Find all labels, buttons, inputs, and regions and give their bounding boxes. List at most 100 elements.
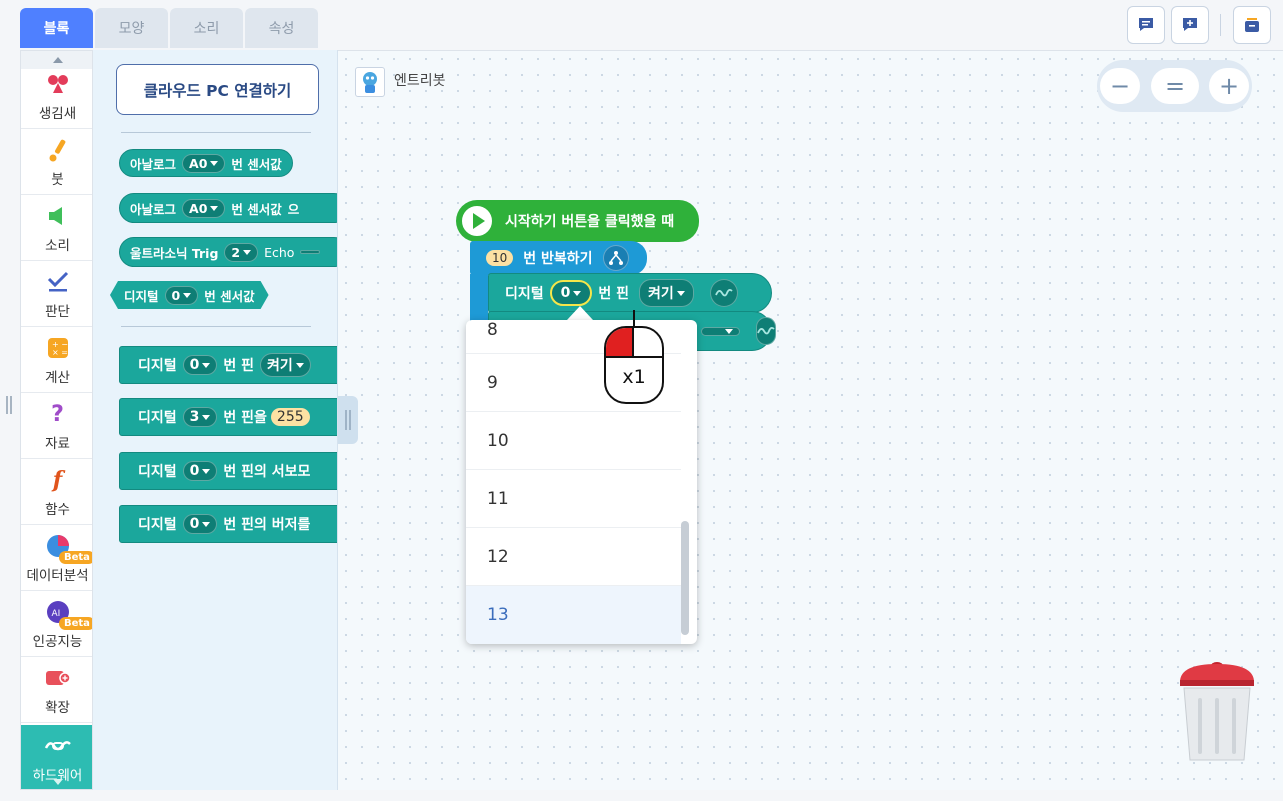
- repeat-count-input[interactable]: 10: [486, 250, 514, 266]
- toolbar-divider: [1220, 14, 1221, 36]
- dropdown-value: 0: [171, 287, 181, 303]
- question-icon: ?: [51, 401, 64, 427]
- dropdown-value: A0: [189, 200, 208, 216]
- chevron-down-icon: [52, 779, 63, 785]
- dropdown-value: 0: [189, 463, 200, 479]
- caret-down-icon: [202, 414, 211, 420]
- block-text: 아날로그: [130, 201, 177, 217]
- block-text: 시작하기 버튼을 클릭했을 때: [505, 214, 675, 230]
- dropdown-scrollbar[interactable]: [681, 521, 689, 635]
- branch-icon[interactable]: [602, 245, 629, 271]
- port-dropdown[interactable]: 0: [182, 514, 218, 534]
- dropdown-option[interactable]: 11: [466, 470, 681, 528]
- caret-down-icon: [210, 160, 219, 166]
- dropdown-value: 0: [560, 285, 571, 301]
- tab-bar: 블록 모양 소리 속성: [0, 0, 1283, 50]
- digital-pin-servo-block[interactable]: 디지털 0 번 핀의 서보모: [119, 452, 337, 490]
- category-judgement[interactable]: 판단: [21, 261, 92, 327]
- tab-properties[interactable]: 속성: [245, 8, 318, 48]
- tab-shapes[interactable]: 모양: [95, 8, 168, 48]
- category-extension[interactable]: 확장: [21, 657, 92, 723]
- category-data[interactable]: ? 자료: [21, 393, 92, 459]
- block-text: 번 핀을: [223, 410, 267, 426]
- repeat-block[interactable]: 10 번 반복하기: [470, 241, 647, 275]
- comment-button[interactable]: [1127, 6, 1165, 44]
- block-text: 디지털: [138, 358, 177, 374]
- trig-dropdown[interactable]: 2: [224, 242, 259, 262]
- tab-blocks[interactable]: 블록: [20, 8, 93, 48]
- dropdown-option[interactable]: 12: [466, 528, 681, 586]
- value-input[interactable]: 255: [270, 408, 310, 426]
- onoff-dropdown[interactable]: 켜기: [260, 353, 311, 377]
- dropdown-value: 0: [189, 357, 200, 373]
- tab-sound[interactable]: 소리: [170, 8, 243, 48]
- category-label: 붓: [51, 172, 64, 188]
- category-sound[interactable]: 소리: [21, 195, 92, 261]
- cloud-pc-connect-button[interactable]: 클라우드 PC 연결하기: [116, 64, 319, 115]
- calculator-icon: + − × =: [47, 334, 69, 362]
- block-text: 번 핀: [223, 358, 255, 374]
- onoff-dropdown[interactable]: 켜기: [639, 279, 694, 307]
- storage-button[interactable]: [1233, 6, 1271, 44]
- analog-sensor-block[interactable]: 아날로그 A0 번 센서값: [119, 149, 293, 177]
- caret-down-icon: [210, 205, 219, 211]
- block-text: 아날로그: [130, 156, 177, 172]
- hardware-link-icon[interactable]: [709, 279, 738, 307]
- category-brush[interactable]: 붓: [21, 129, 92, 195]
- echo-dropdown[interactable]: [300, 250, 321, 254]
- caret-down-icon: [725, 328, 733, 334]
- block-text: 디지털: [124, 288, 159, 304]
- digital-pin-pwm-block[interactable]: 디지털 3 번 핀을 255: [119, 398, 337, 436]
- port-dropdown[interactable]: 0: [182, 355, 218, 375]
- category-data-analysis[interactable]: Beta 데이터분석: [21, 525, 92, 591]
- block-text: 으: [287, 201, 300, 217]
- block-text: 번 핀의 버저를: [223, 517, 311, 533]
- analog-sensor-range-block[interactable]: 아날로그 A0 번 센서값 으: [119, 193, 337, 223]
- shapes-icon: [46, 70, 70, 98]
- svg-text:× =: × =: [52, 348, 68, 357]
- port-dropdown[interactable]: 0: [165, 286, 199, 305]
- trash-can-icon: [1180, 662, 1254, 761]
- caret-down-icon: [573, 290, 582, 296]
- category-label: 확장: [45, 700, 70, 716]
- pin-dropdown-active[interactable]: 0: [549, 280, 593, 306]
- hardware-link-icon[interactable]: [756, 317, 776, 345]
- port-dropdown[interactable]: 0: [182, 461, 218, 481]
- digital-pin-on-block[interactable]: 디지털 0 번 핀 켜기: [119, 346, 337, 384]
- dropdown-value: 0: [189, 516, 200, 532]
- resize-handle-left[interactable]: [6, 396, 8, 414]
- mouse-divider: [634, 356, 662, 358]
- caret-down-icon: [295, 362, 304, 368]
- port-dropdown[interactable]: A0: [182, 153, 226, 173]
- dropdown-value: A0: [189, 155, 208, 171]
- category-looks[interactable]: 생김새: [21, 63, 92, 129]
- palette-resize-handle[interactable]: [338, 396, 358, 444]
- category-ai[interactable]: AI Beta 인공지능: [21, 591, 92, 657]
- category-function[interactable]: f 함수: [21, 459, 92, 525]
- ultrasonic-block[interactable]: 울트라소닉 Trig 2 Echo: [119, 237, 337, 267]
- digital-pin-block[interactable]: 디지털 0 번 핀 켜기: [488, 273, 772, 313]
- zoom-in-button[interactable]: +: [1209, 68, 1249, 104]
- digital-pin-buzzer-block[interactable]: 디지털 0 번 핀의 버저를: [119, 505, 337, 543]
- beta-badge: Beta: [59, 551, 92, 564]
- trash-can[interactable]: [1176, 652, 1258, 764]
- block-text: 번 핀의 서보모: [223, 464, 311, 480]
- zoom-out-button[interactable]: −: [1100, 68, 1140, 104]
- dropdown-value: 3: [189, 409, 200, 425]
- category-label: 함수: [45, 502, 70, 518]
- hardware-icon: [44, 732, 72, 760]
- digital-sensor-block[interactable]: 디지털 0 번 센서값: [110, 281, 269, 309]
- when-start-clicked-block[interactable]: 시작하기 버튼을 클릭했을 때: [456, 200, 699, 242]
- add-comment-button[interactable]: [1171, 6, 1209, 44]
- dropdown-option-selected[interactable]: 13: [466, 586, 681, 644]
- onoff-dropdown[interactable]: [701, 326, 740, 336]
- block-text: 번 반복하기: [523, 251, 593, 267]
- block-text: 디지털: [138, 410, 177, 426]
- zoom-reset-button[interactable]: =: [1151, 68, 1199, 104]
- port-dropdown[interactable]: A0: [182, 198, 226, 218]
- category-calc[interactable]: + − × = 계산: [21, 327, 92, 393]
- caret-down-icon: [183, 293, 191, 298]
- scroll-down-button[interactable]: [21, 773, 92, 789]
- port-dropdown[interactable]: 3: [182, 407, 218, 427]
- dropdown-option[interactable]: 10: [466, 412, 681, 470]
